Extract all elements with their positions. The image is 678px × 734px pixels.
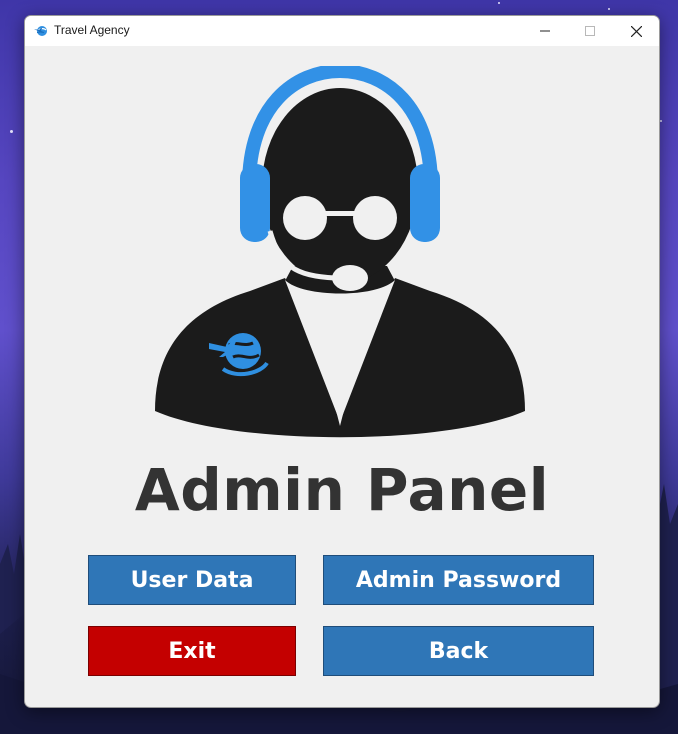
app-window: Travel Agency Admin Panel User Data Admi… <box>24 15 660 708</box>
close-button[interactable] <box>613 16 659 46</box>
title-bar[interactable]: Travel Agency <box>25 16 659 46</box>
minimize-button[interactable] <box>522 16 568 46</box>
support-agent-headset-icon <box>155 66 525 438</box>
maximize-icon <box>585 26 595 36</box>
page-title: Admin Panel <box>134 456 550 524</box>
user-data-label: User Data <box>130 567 254 593</box>
window-title: Travel Agency <box>54 23 130 37</box>
close-icon <box>630 25 642 37</box>
back-label: Back <box>428 638 489 664</box>
admin-password-label: Admin Password <box>355 567 562 593</box>
globe-plane-icon <box>34 26 47 36</box>
admin-password-button[interactable]: Admin Password <box>323 555 594 605</box>
back-button[interactable]: Back <box>323 626 594 676</box>
user-data-button[interactable]: User Data <box>88 555 296 605</box>
exit-button[interactable]: Exit <box>88 626 296 676</box>
exit-label: Exit <box>168 638 216 664</box>
minimize-icon <box>540 30 550 32</box>
maximize-button[interactable] <box>567 16 613 46</box>
